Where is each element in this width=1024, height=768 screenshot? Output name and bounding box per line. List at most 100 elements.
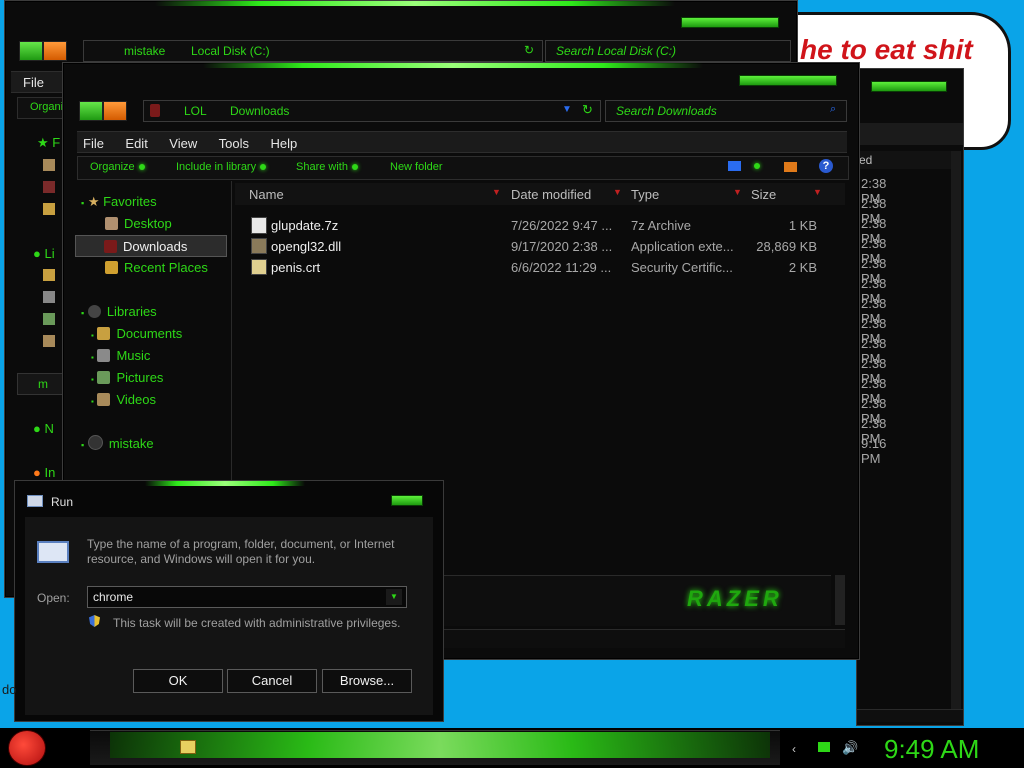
folder-icon: [43, 159, 55, 171]
nav-downloads[interactable]: Downloads: [75, 235, 227, 257]
recent-places-icon: [105, 261, 118, 274]
menu-help[interactable]: Help: [270, 136, 297, 151]
network-icon[interactable]: [818, 742, 830, 752]
file-list: glupdate.7z 7/26/2022 9:47 ... 7z Archiv…: [235, 213, 845, 293]
sort-arrow-icon[interactable]: ▼: [613, 187, 622, 197]
file-row[interactable]: glupdate.7z 7/26/2022 9:47 ... 7z Archiv…: [235, 215, 835, 236]
file-date: 7/26/2022 9:47 ...: [511, 218, 613, 233]
preview-pane-icon[interactable]: [784, 162, 797, 172]
share-with-button[interactable]: Share with: [296, 161, 358, 173]
search-box[interactable]: Search Downloads ⌕: [605, 100, 847, 122]
menu-file[interactable]: File: [83, 136, 104, 151]
column-name[interactable]: Name: [249, 187, 284, 202]
dialog-description: Type the name of a program, folder, docu…: [87, 537, 395, 566]
search-input[interactable]: Search Downloads: [616, 104, 717, 118]
taskbar: ‹ 🔊 9:49 AM: [0, 728, 1024, 768]
new-folder-button[interactable]: New folder: [390, 161, 443, 173]
back-button[interactable]: [79, 101, 103, 121]
nav-internet-partial[interactable]: ● In: [33, 465, 55, 480]
nav-favorites-partial[interactable]: ★ F: [37, 135, 60, 151]
address-bar[interactable]: mistake Local Disk (C:) ↻: [83, 40, 543, 62]
back-button[interactable]: [19, 41, 43, 61]
search-icon[interactable]: ⌕: [830, 103, 836, 116]
column-size[interactable]: Size: [751, 187, 776, 202]
volume-icon[interactable]: 🔊: [842, 740, 858, 756]
menu-view[interactable]: View: [169, 136, 197, 151]
nav-favorites[interactable]: ▪ ★ Favorites: [81, 191, 157, 213]
nav-network-partial[interactable]: ● N: [33, 421, 54, 436]
nav-libraries[interactable]: ▪ Libraries: [81, 301, 157, 323]
nav-mistake[interactable]: ▪ mistake: [81, 433, 154, 455]
nav-documents[interactable]: ▪ Documents: [91, 323, 182, 345]
file-row[interactable]: penis.crt 6/6/2022 11:29 ... Security Ce…: [235, 257, 835, 278]
organize-partial[interactable]: Organi: [30, 101, 63, 113]
nav-videos[interactable]: ▪ Videos: [91, 389, 156, 411]
sort-arrow-icon[interactable]: ▼: [733, 187, 742, 197]
help-icon[interactable]: ?: [819, 159, 833, 173]
scrollbar[interactable]: [835, 575, 845, 625]
refresh-icon[interactable]: ↻: [524, 43, 534, 57]
shield-icon: [89, 615, 100, 627]
file-name: glupdate.7z: [271, 218, 339, 233]
folder-icon: [43, 203, 55, 215]
folder-taskbar-icon[interactable]: [180, 740, 196, 754]
run-dialog[interactable]: Run Type the name of a program, folder, …: [14, 480, 444, 722]
cancel-button[interactable]: Cancel: [227, 669, 317, 693]
menu-file[interactable]: File: [23, 75, 44, 90]
view-chevron-icon[interactable]: [754, 163, 760, 169]
internet-label: In: [44, 465, 56, 480]
file-row[interactable]: opengl32.dll 9/17/2020 2:38 ... Applicat…: [235, 236, 835, 257]
column-date-modified[interactable]: Date modified: [511, 187, 591, 202]
organize-button[interactable]: Organize: [90, 161, 145, 173]
forward-button[interactable]: [43, 41, 67, 61]
breadcrumb-local-disk[interactable]: Local Disk (C:): [191, 44, 270, 58]
downloads-icon: [104, 240, 117, 253]
scrollbar[interactable]: [951, 151, 961, 711]
include-in-library-button[interactable]: Include in library: [176, 161, 267, 173]
breadcrumb-lol[interactable]: LOL: [184, 104, 207, 118]
nav-desktop[interactable]: Desktop: [105, 213, 172, 235]
window-controls[interactable]: [681, 17, 779, 28]
sort-arrow-icon[interactable]: ▼: [492, 187, 501, 197]
refresh-icon[interactable]: ↻: [582, 102, 593, 118]
start-button-angry-bird-icon[interactable]: [8, 730, 46, 766]
address-bar[interactable]: LOL Downloads ▼ ↻: [143, 100, 601, 122]
close-button[interactable]: [391, 495, 423, 506]
forward-button[interactable]: [103, 101, 127, 121]
chevron-down-icon[interactable]: ▼: [562, 104, 572, 115]
breadcrumb-mistake[interactable]: mistake: [124, 44, 165, 58]
nav-pictures[interactable]: ▪ Pictures: [91, 367, 163, 389]
search-input[interactable]: Search Local Disk (C:): [556, 44, 676, 58]
dialog-title: Run: [51, 495, 74, 509]
nav-recent-places[interactable]: Recent Places: [105, 257, 208, 279]
menu-tools[interactable]: Tools: [219, 136, 249, 151]
run-program-icon: [37, 541, 69, 563]
run-icon: [27, 495, 43, 507]
chevron-down-icon[interactable]: ▼: [386, 589, 402, 605]
library-icon: [43, 291, 55, 303]
folder-icon: [150, 104, 160, 117]
sort-arrow-icon[interactable]: ▼: [813, 187, 822, 197]
nav-music[interactable]: ▪ Music: [91, 345, 150, 367]
favorites-label: F: [52, 135, 61, 150]
tray-chevron-icon[interactable]: ‹: [792, 742, 796, 756]
window-controls[interactable]: [739, 75, 837, 86]
view-options-icon[interactable]: [728, 161, 741, 171]
admin-note: This task will be created with administr…: [113, 616, 401, 630]
file-size: 1 KB: [788, 218, 817, 233]
menu-edit[interactable]: Edit: [125, 136, 147, 151]
nav-libraries-partial[interactable]: ● Li: [33, 246, 55, 261]
library-icon: [43, 313, 55, 325]
clock[interactable]: 9:49 AM: [884, 734, 979, 765]
browse-button[interactable]: Browse...: [322, 669, 412, 693]
open-combobox[interactable]: chrome ▼: [87, 586, 407, 608]
search-box[interactable]: Search Local Disk (C:): [545, 40, 791, 62]
breadcrumb-downloads[interactable]: Downloads: [230, 104, 289, 118]
network-label: N: [44, 421, 54, 436]
open-input[interactable]: chrome: [93, 590, 133, 604]
window-controls[interactable]: [871, 81, 947, 92]
ok-button[interactable]: OK: [133, 669, 223, 693]
user-icon: [87, 435, 103, 450]
music-icon: [97, 349, 111, 362]
column-type[interactable]: Type: [631, 187, 659, 202]
